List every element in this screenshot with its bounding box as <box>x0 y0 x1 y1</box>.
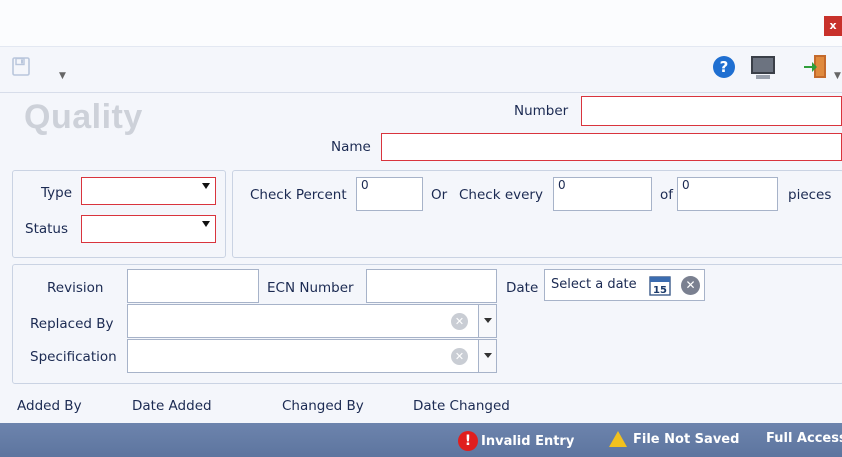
toolbar: ▼ ? ▼ <box>0 47 842 93</box>
name-input[interactable] <box>381 133 842 161</box>
status-label: Status <box>25 221 69 237</box>
calendar-icon[interactable]: 15 <box>649 275 671 296</box>
clear-icon[interactable]: ✕ <box>451 313 468 330</box>
invalid-entry-text: Invalid Entry <box>481 433 575 449</box>
clear-icon[interactable]: ✕ <box>451 348 468 365</box>
warning-icon <box>609 431 627 447</box>
ecn-number-label: ECN Number <box>267 280 354 296</box>
check-every-label: Check every <box>459 187 543 203</box>
replaced-by-label: Replaced By <box>30 316 114 332</box>
exit-icon[interactable] <box>802 54 828 80</box>
help-icon[interactable]: ? <box>712 55 736 79</box>
specification-label: Specification <box>30 349 117 365</box>
chevron-down-icon[interactable] <box>202 221 210 227</box>
date-placeholder: Select a date <box>551 277 637 292</box>
revision-input[interactable] <box>127 269 259 303</box>
save-icon[interactable] <box>12 57 30 76</box>
of-label: of <box>660 187 674 203</box>
specification-combo[interactable]: ✕ <box>127 339 497 373</box>
check-percent-input[interactable]: 0 <box>356 177 423 211</box>
changed-by-label: Changed By <box>282 398 364 414</box>
close-button[interactable]: x <box>824 16 842 36</box>
clear-date-icon[interactable]: ✕ <box>681 276 700 295</box>
date-picker[interactable]: Select a date 15 ✕ <box>544 269 705 301</box>
svg-text:?: ? <box>720 58 729 76</box>
invalid-entry-status: ! Invalid Entry <box>458 431 574 451</box>
number-input[interactable] <box>581 96 842 126</box>
check-percent-label: Check Percent <box>250 187 347 203</box>
file-not-saved-status: File Not Saved <box>609 431 739 447</box>
ecn-number-input[interactable] <box>366 269 497 303</box>
or-label: Or <box>431 187 448 203</box>
quick-access-dropdown-icon[interactable]: ▼ <box>59 71 66 81</box>
of-pieces-input[interactable]: 0 <box>677 177 778 211</box>
title-bar: x <box>0 0 842 47</box>
number-label: Number <box>514 103 569 119</box>
toolbar-overflow-icon[interactable]: ▼ <box>834 71 841 81</box>
replaced-by-dropdown-button[interactable] <box>478 305 496 337</box>
date-added-label: Date Added <box>132 398 212 414</box>
type-dropdown[interactable] <box>81 177 216 205</box>
monitor-icon[interactable] <box>749 55 777 81</box>
added-by-label: Added By <box>17 398 82 414</box>
file-not-saved-text: File Not Saved <box>633 431 740 447</box>
error-icon: ! <box>458 431 478 451</box>
pieces-label: pieces <box>788 187 832 203</box>
date-label: Date <box>506 280 539 296</box>
replaced-by-combo[interactable]: ✕ <box>127 304 497 338</box>
revision-label: Revision <box>47 280 104 296</box>
type-label: Type <box>41 185 73 201</box>
specification-dropdown-button[interactable] <box>478 340 496 372</box>
status-bar: ! Invalid Entry File Not Saved Full Acce… <box>0 423 842 457</box>
status-dropdown[interactable] <box>81 215 216 243</box>
access-status: Full Access <box>766 431 842 446</box>
page-title: Quality <box>24 98 143 136</box>
date-changed-label: Date Changed <box>413 398 510 414</box>
name-label: Name <box>331 139 371 155</box>
check-every-input[interactable]: 0 <box>553 177 652 211</box>
chevron-down-icon[interactable] <box>202 183 210 189</box>
full-access-text: Full Access <box>766 431 842 446</box>
calendar-day: 15 <box>653 285 667 296</box>
